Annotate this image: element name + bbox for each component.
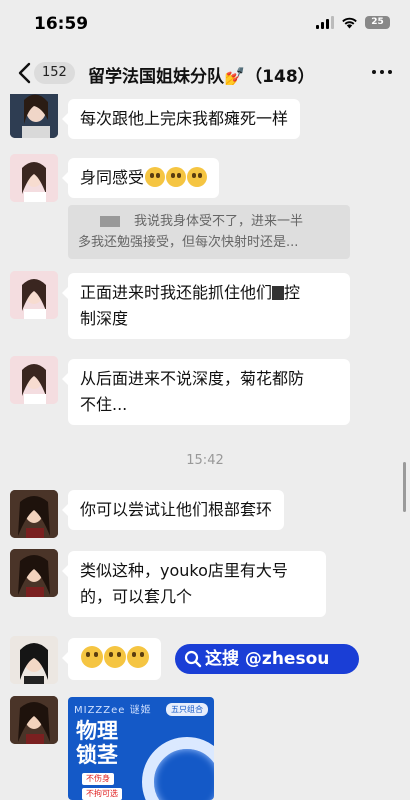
status-bar: 16:59 25 bbox=[0, 0, 410, 52]
wifi-icon bbox=[342, 17, 357, 29]
quote-text-line1: 我说我身体受不了，进来一半 bbox=[134, 214, 304, 229]
message-text: 从后面进来不说深度，菊花都防 bbox=[80, 369, 305, 388]
nav-bar: 152 留学法国姐妹分队💅（148） bbox=[0, 52, 410, 94]
message-text-line2: 制深度 bbox=[80, 309, 129, 328]
message-bubble[interactable]: 每次跟他上完床我都瘫死一样 bbox=[61, 99, 301, 139]
chat-area[interactable]: 每次跟他上完床我都瘫死一样 身同感受 我说我身体受不了，进来一半 多我还勉强接受… bbox=[0, 94, 410, 800]
message-timestamp: 15:42 bbox=[186, 453, 224, 468]
message-text-suffix: 控 bbox=[284, 283, 301, 302]
message-text: 类似这种，youko店里有大号 bbox=[80, 561, 288, 580]
avatar[interactable] bbox=[10, 271, 58, 319]
flushed-emoji-icon bbox=[81, 646, 103, 668]
message-text: 你可以尝试让他们根部套环 bbox=[80, 500, 273, 519]
avatar[interactable] bbox=[10, 490, 58, 538]
message-bubble[interactable]: 身同感受 bbox=[61, 158, 220, 198]
ad-badge: 不伤身 bbox=[82, 773, 114, 785]
avatar[interactable] bbox=[10, 636, 58, 684]
ad-badge: 不拘可选 bbox=[82, 788, 122, 800]
flushed-emoji-icon bbox=[104, 646, 126, 668]
flushed-emoji-icon bbox=[127, 646, 149, 668]
message-text: 每次跟他上完床我都瘫死一样 bbox=[80, 109, 289, 128]
ad-brand: MIZZZee 谜姬 bbox=[74, 705, 152, 716]
avatar[interactable] bbox=[10, 154, 58, 202]
message-text: 正面进来时我还能抓住他们 bbox=[80, 283, 273, 302]
chat-title[interactable]: 留学法国姐妹分队💅（148） bbox=[88, 62, 315, 87]
status-icons: 25 bbox=[316, 16, 390, 29]
product-image-message[interactable]: MIZZZee 谜姬 五只组合 物理锁茎 不伤身 不拘可选 bbox=[68, 697, 214, 800]
watermark-text: 这搜 @zhesou bbox=[205, 649, 330, 669]
grimace-emoji-icon bbox=[187, 167, 208, 187]
redacted-name bbox=[100, 216, 120, 227]
avatar[interactable] bbox=[10, 549, 58, 597]
signal-icon bbox=[316, 16, 334, 29]
message-text: 身同感受 bbox=[80, 168, 145, 187]
more-dots-icon[interactable] bbox=[372, 70, 392, 74]
ad-tag: 五只组合 bbox=[166, 703, 208, 716]
message-bubble[interactable]: 从后面进来不说深度，菊花都防 不住... bbox=[62, 359, 350, 425]
message-bubble[interactable]: 正面进来时我还能抓住他们控 制深度 bbox=[62, 273, 350, 339]
message-bubble[interactable]: 类似这种，youko店里有大号 的，可以套几个 bbox=[62, 551, 326, 617]
avatar[interactable] bbox=[10, 696, 58, 744]
quoted-message[interactable]: 我说我身体受不了，进来一半 多我还勉强接受，但每次快射时还是... bbox=[68, 205, 350, 259]
grimace-emoji-icon bbox=[166, 167, 187, 187]
ad-title: 物理锁茎 bbox=[76, 719, 118, 767]
redacted-mark bbox=[272, 286, 285, 300]
search-icon bbox=[184, 650, 202, 668]
scrollbar[interactable] bbox=[403, 462, 406, 512]
chevron-left-icon[interactable] bbox=[14, 60, 36, 86]
quote-text-line2: 多我还勉强接受，但每次快射时还是... bbox=[78, 235, 299, 250]
product-ring-image bbox=[142, 737, 214, 800]
message-text-line2: 的，可以套几个 bbox=[80, 587, 193, 606]
message-bubble[interactable]: 你可以尝试让他们根部套环 bbox=[61, 490, 285, 530]
battery-icon: 25 bbox=[365, 16, 390, 29]
avatar[interactable] bbox=[10, 94, 58, 138]
avatar[interactable] bbox=[10, 356, 58, 404]
grimace-emoji-icon bbox=[145, 167, 166, 187]
status-time: 16:59 bbox=[34, 14, 89, 34]
unread-count-badge[interactable]: 152 bbox=[34, 62, 75, 84]
message-text-line2: 不住... bbox=[80, 395, 128, 414]
message-bubble[interactable] bbox=[62, 638, 161, 680]
watermark: 这搜 @zhesou bbox=[175, 644, 359, 674]
